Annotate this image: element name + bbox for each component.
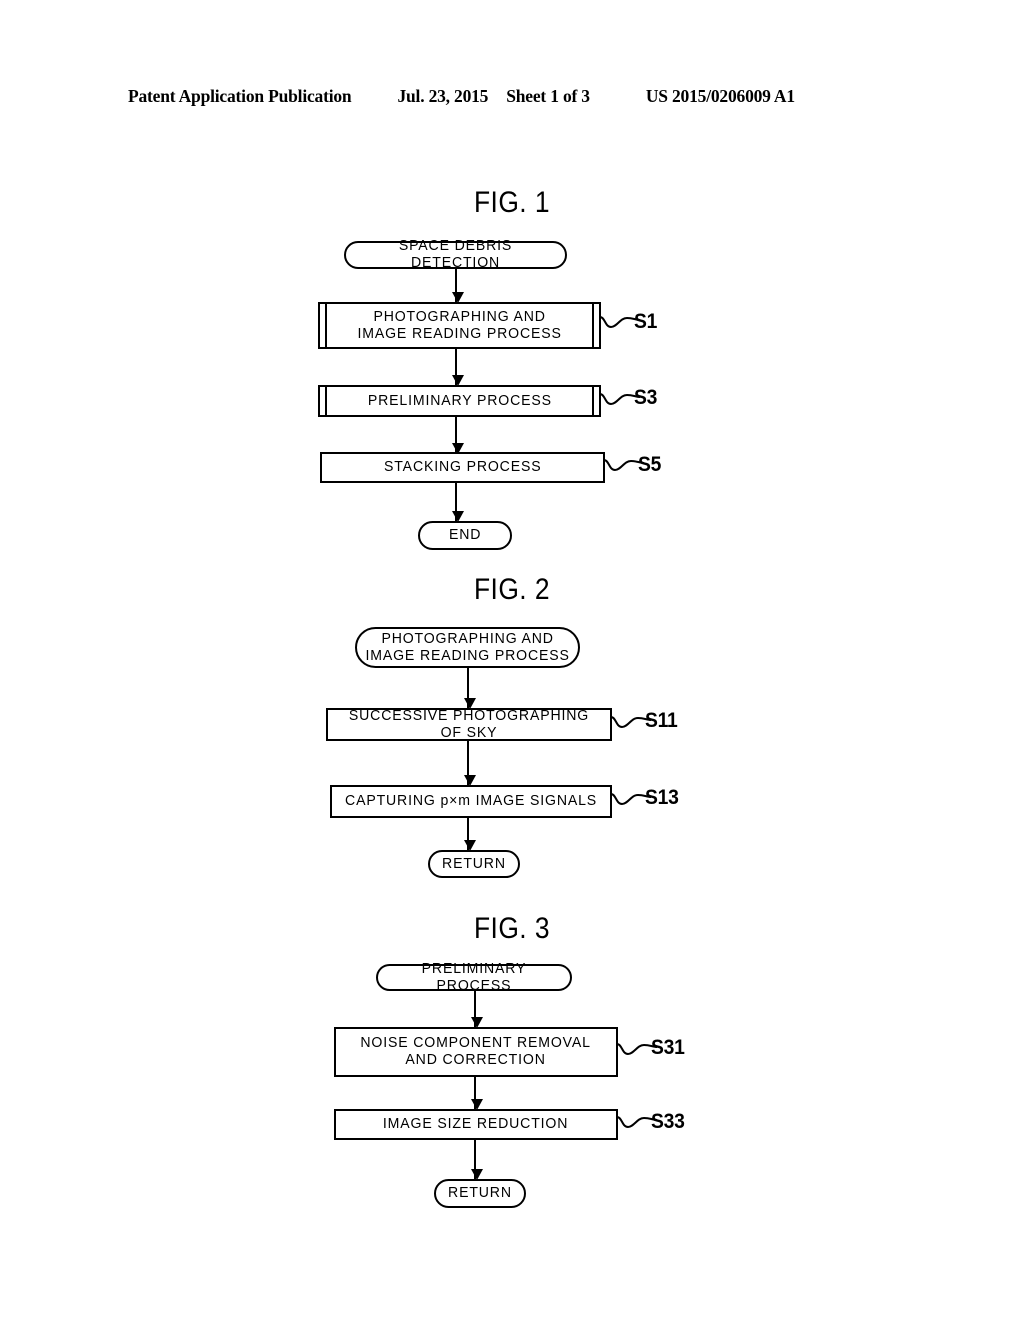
fig3-start-terminal: PRELIMINARY PROCESS	[376, 960, 572, 993]
fig2-start-label: PHOTOGRAPHING AND IMAGE READING PROCESS	[365, 629, 570, 664]
header-date-text: Jul. 23, 2015	[397, 86, 489, 106]
fig1-end-label: END	[448, 526, 482, 544]
header-patent-number: US 2015/0206009 A1	[645, 86, 795, 106]
fig2-return-label: RETURN	[442, 854, 506, 872]
fig2-s11-box: SUCCESSIVE PHOTOGRAPHING OF SKY	[326, 706, 612, 741]
figure-3-title: FIG. 3	[473, 912, 550, 945]
fig1-start-label: SPACE DEBRIS DETECTION	[398, 237, 513, 271]
fig1-arrow-start-to-s1	[451, 269, 464, 303]
fig3-arrow-start-to-s31	[470, 991, 483, 1028]
fig2-s13-label: CAPTURING p×m IMAGE SIGNALS	[344, 792, 598, 810]
fig3-return-label: RETURN	[448, 1184, 512, 1202]
fig2-s11-label: SUCCESSIVE PHOTOGRAPHING OF SKY	[348, 706, 590, 741]
figure-2-title: FIG. 2	[473, 573, 550, 606]
fig3-s33-box: IMAGE SIZE REDUCTION	[334, 1109, 618, 1140]
fig3-s31-step-label: S31	[651, 1036, 685, 1059]
fig1-s1-step-label: S1	[634, 310, 658, 333]
fig3-start-label: PRELIMINARY PROCESS	[421, 959, 527, 994]
fig2-s11-step-label: S11	[645, 709, 678, 732]
fig1-arrow-s1-to-s3	[451, 349, 464, 386]
figure-1-title: FIG. 1	[473, 186, 550, 219]
fig1-s1-box: PHOTOGRAPHING AND IMAGE READING PROCESS	[318, 302, 601, 349]
header-sheet-text: Sheet 1 of 3	[506, 86, 590, 106]
fig3-arrow-s33-to-return	[470, 1140, 483, 1180]
fig3-s33-step-label: S33	[651, 1110, 685, 1133]
fig1-end-terminal: END	[418, 521, 512, 550]
page-header: Patent Application Publication Jul. 23, …	[128, 86, 896, 112]
fig1-start-terminal: SPACE DEBRIS DETECTION	[344, 237, 567, 271]
fig2-return-terminal: RETURN	[428, 850, 520, 878]
fig1-s3-label: PRELIMINARY PROCESS	[367, 391, 552, 409]
fig1-s5-label: STACKING PROCESS	[383, 458, 542, 476]
fig1-s3-step-label: S3	[634, 386, 658, 409]
fig1-s3-box: PRELIMINARY PROCESS	[318, 385, 601, 417]
fig3-return-terminal: RETURN	[434, 1179, 526, 1208]
fig1-arrow-s5-to-end	[451, 483, 464, 522]
fig3-s31-box: NOISE COMPONENT REMOVAL AND CORRECTION	[334, 1027, 618, 1077]
fig2-s13-box: CAPTURING p×m IMAGE SIGNALS	[330, 785, 612, 818]
fig1-arrow-s3-to-s5	[451, 417, 464, 454]
fig2-arrow-start-to-s11	[463, 668, 476, 709]
header-publication-text: Patent Application Publication	[128, 86, 352, 106]
fig1-s5-box: STACKING PROCESS	[320, 452, 605, 483]
fig3-s33-label: IMAGE SIZE REDUCTION	[383, 1115, 569, 1133]
fig1-s5-step-label: S5	[638, 453, 662, 476]
fig2-start-terminal: PHOTOGRAPHING AND IMAGE READING PROCESS	[355, 627, 580, 668]
fig2-s13-step-label: S13	[645, 786, 679, 809]
fig1-s1-label: PHOTOGRAPHING AND IMAGE READING PROCESS	[357, 307, 562, 342]
fig2-arrow-s13-to-return	[463, 818, 476, 851]
fig3-arrow-s31-to-s33	[470, 1077, 483, 1110]
fig3-s31-label: NOISE COMPONENT REMOVAL AND CORRECTION	[360, 1034, 592, 1068]
fig2-arrow-s11-to-s13	[463, 741, 476, 786]
